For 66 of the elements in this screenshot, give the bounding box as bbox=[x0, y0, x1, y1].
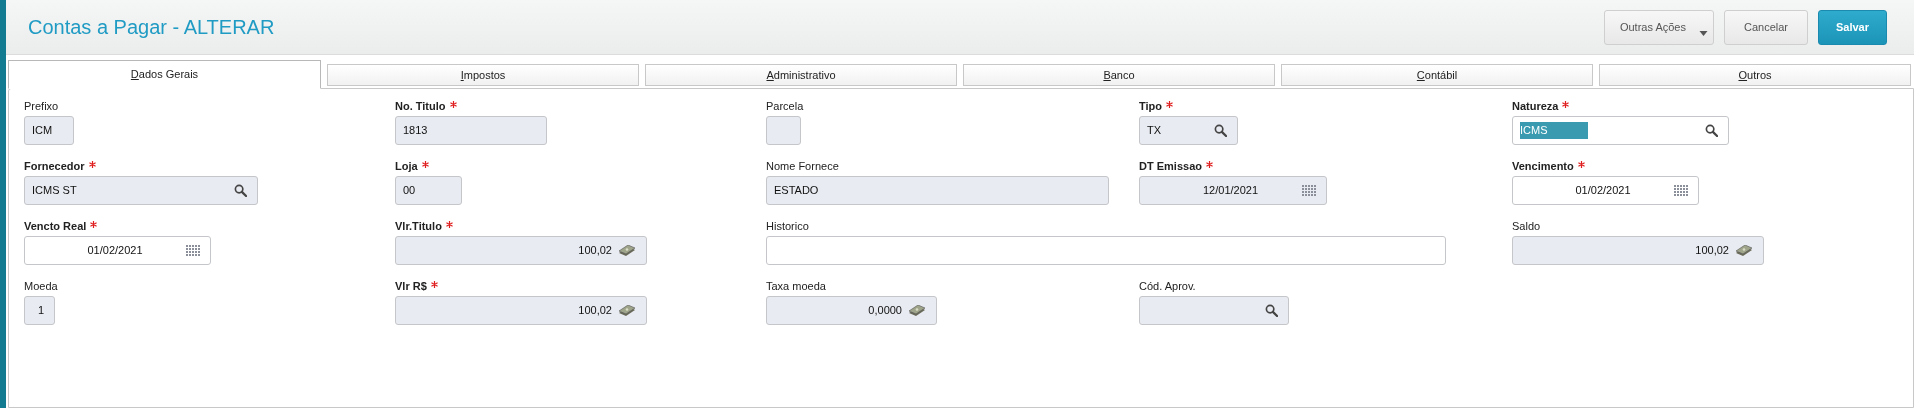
money-icon bbox=[618, 304, 636, 317]
money-icon bbox=[908, 304, 926, 317]
calendar-icon[interactable] bbox=[1302, 184, 1316, 197]
input-field[interactable]: 00 bbox=[395, 176, 462, 205]
tab[interactable]: Outros bbox=[1599, 64, 1911, 86]
page-title: Contas a Pagar - ALTERAR bbox=[28, 15, 275, 40]
field-label: Vencto Real bbox=[24, 219, 87, 233]
input-field[interactable]: ICMS ST bbox=[24, 176, 258, 205]
required-icon bbox=[1577, 161, 1585, 168]
calendar-icon[interactable] bbox=[1674, 184, 1688, 197]
required-icon bbox=[90, 221, 98, 228]
input-field[interactable]: 1813 bbox=[395, 116, 547, 145]
input-field[interactable]: 100,02 bbox=[395, 236, 647, 265]
calendar-icon[interactable] bbox=[186, 244, 200, 257]
input-field[interactable]: ESTADO bbox=[766, 176, 1109, 205]
search-icon[interactable] bbox=[1214, 124, 1227, 137]
field-label: Historico bbox=[766, 219, 809, 233]
input-field[interactable] bbox=[1139, 296, 1289, 325]
input-field[interactable]: 01/02/2021 bbox=[24, 236, 211, 265]
input-field[interactable]: 100,02 bbox=[395, 296, 647, 325]
field-label: Taxa moeda bbox=[766, 279, 826, 293]
field-label: Nome Fornece bbox=[766, 159, 839, 173]
input-field[interactable]: 0,0000 bbox=[766, 296, 937, 325]
required-icon bbox=[445, 221, 453, 228]
caret-icon bbox=[1698, 30, 1708, 36]
field-label: Vlr.Titulo bbox=[395, 219, 442, 233]
required-icon bbox=[1205, 161, 1213, 168]
input-field[interactable]: 01/02/2021 bbox=[1512, 176, 1699, 205]
search-icon[interactable] bbox=[234, 184, 247, 197]
input-field[interactable]: 100,02 bbox=[1512, 236, 1764, 265]
more-actions-button[interactable]: Outras Ações bbox=[1603, 9, 1714, 45]
required-icon bbox=[88, 161, 96, 168]
field-label: No. Titulo bbox=[395, 99, 446, 113]
input-field[interactable]: 1 bbox=[24, 296, 55, 325]
field-label: DT Emissao bbox=[1139, 159, 1202, 173]
field-label: Vlr R$ bbox=[395, 279, 427, 293]
field-label: Vencimento bbox=[1512, 159, 1574, 173]
input-field[interactable]: TX bbox=[1139, 116, 1238, 145]
search-icon[interactable] bbox=[1265, 304, 1278, 317]
field-label: Fornecedor bbox=[24, 159, 85, 173]
tab[interactable]: Impostos bbox=[327, 64, 639, 86]
required-icon bbox=[449, 101, 457, 108]
input-field[interactable]: 12/01/2021 bbox=[1139, 176, 1327, 205]
cancel-button[interactable]: Cancelar bbox=[1723, 9, 1808, 45]
field-label: Moeda bbox=[24, 279, 58, 293]
required-icon bbox=[421, 161, 429, 168]
field-label: Loja bbox=[395, 159, 418, 173]
input-field[interactable]: ICM bbox=[24, 116, 74, 145]
field-label: Cód. Aprov. bbox=[1139, 279, 1196, 293]
required-icon bbox=[430, 281, 438, 288]
money-icon bbox=[1735, 244, 1753, 257]
money-icon bbox=[618, 244, 636, 257]
field-label: Natureza bbox=[1512, 99, 1559, 113]
field-label: Prefixo bbox=[24, 99, 59, 113]
search-icon[interactable] bbox=[1705, 124, 1718, 137]
tab[interactable]: Banco bbox=[963, 64, 1275, 86]
tab[interactable]: Administrativo bbox=[645, 64, 957, 86]
required-icon bbox=[1166, 101, 1173, 108]
field-label: Saldo bbox=[1512, 219, 1541, 233]
field-label: Tipo bbox=[1139, 99, 1162, 113]
input-field[interactable] bbox=[766, 116, 801, 145]
input-field[interactable] bbox=[766, 236, 1446, 265]
tab[interactable]: Dados Gerais bbox=[8, 60, 321, 89]
field-label: Parcela bbox=[766, 99, 804, 113]
required-icon bbox=[1562, 101, 1570, 108]
tab[interactable]: Contábil bbox=[1281, 64, 1593, 86]
